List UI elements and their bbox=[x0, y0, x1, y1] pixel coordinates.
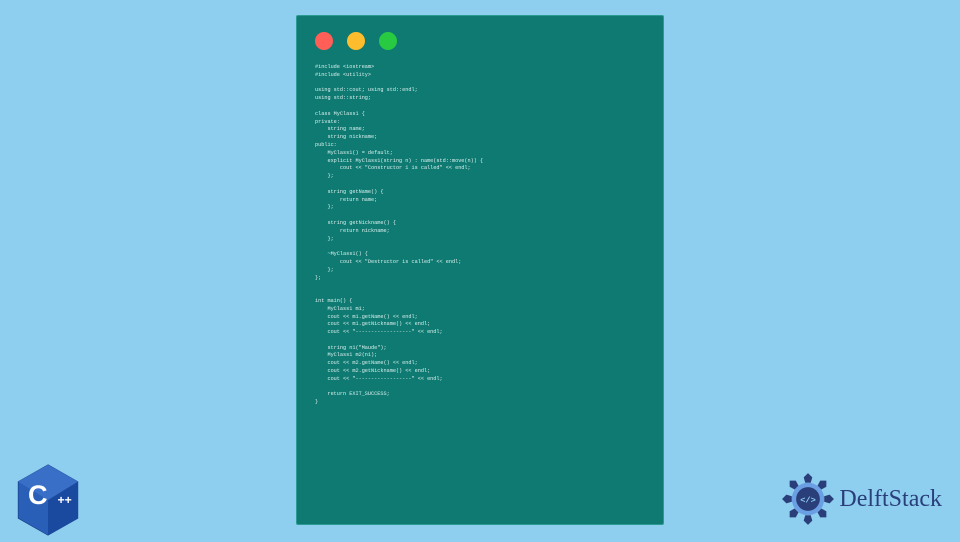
close-icon[interactable] bbox=[315, 32, 333, 50]
cpp-letter: C bbox=[28, 479, 48, 510]
delftstack-gear-icon: </> bbox=[781, 472, 835, 526]
maximize-icon[interactable] bbox=[379, 32, 397, 50]
svg-text:</>: </> bbox=[801, 495, 817, 505]
delftstack-logo: </> DelftStack bbox=[781, 472, 942, 526]
cpp-logo: C ++ bbox=[14, 462, 82, 538]
code-window: #include <iostream> #include <utility> u… bbox=[296, 15, 664, 525]
minimize-icon[interactable] bbox=[347, 32, 365, 50]
cpp-plus: ++ bbox=[58, 493, 72, 507]
traffic-lights bbox=[315, 32, 645, 50]
code-content: #include <iostream> #include <utility> u… bbox=[315, 64, 645, 407]
delftstack-label: DelftStack bbox=[839, 486, 942, 513]
